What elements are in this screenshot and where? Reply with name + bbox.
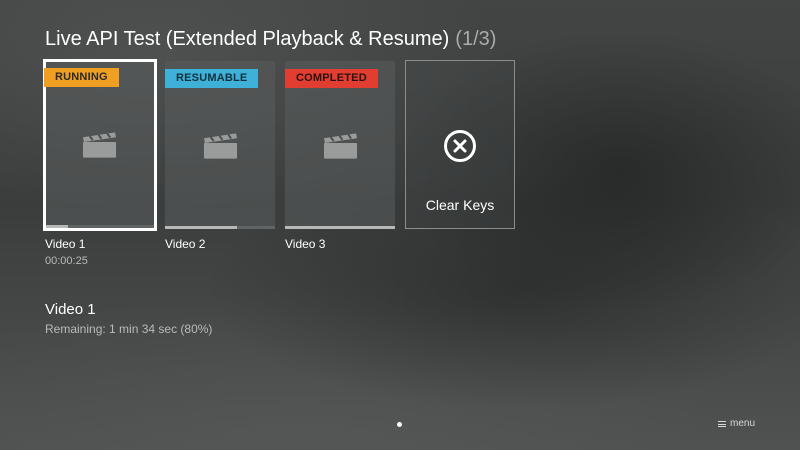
title-text: Live API Test (Extended Playback & Resum… [45,28,450,50]
close-circle-icon [444,130,476,162]
clear-keys-button[interactable]: Clear Keys [405,60,515,229]
video-2-title: Video 2 [165,237,206,251]
progress-bar [46,225,154,228]
video-tile-1[interactable]: RUNNING [43,59,157,231]
progress-bar [165,226,275,229]
video-tile-2[interactable]: RESUMABLE [165,61,275,229]
video-1-title: Video 1 [45,237,86,251]
progress-fill [46,225,68,228]
selected-video-title: Video 1 [45,301,96,318]
status-badge-resumable: RESUMABLE [165,69,259,88]
progress-bar [285,226,395,229]
video-3-title: Video 3 [285,237,326,251]
menu-lines-icon [718,421,726,427]
page-title: Live API Test (Extended Playback & Resum… [45,26,496,52]
video-1-time: 00:00:25 [45,255,88,267]
clear-keys-label: Clear Keys [425,197,495,213]
clapperboard-icon [203,133,238,159]
progress-fill [285,226,395,229]
progress-fill [165,226,237,229]
clapperboard-icon [323,133,358,159]
status-badge-completed: COMPLETED [285,69,378,88]
menu-button[interactable]: menu [718,418,755,430]
video-tile-3[interactable]: COMPLETED [285,61,395,229]
remaining-time-text: Remaining: 1 min 34 sec (80%) [45,322,213,336]
menu-label: menu [730,418,756,429]
page-counter: (1/3) [455,28,497,50]
status-badge-running: RUNNING [44,68,119,87]
page-indicator-dot [397,422,402,427]
clapperboard-icon [82,132,117,158]
